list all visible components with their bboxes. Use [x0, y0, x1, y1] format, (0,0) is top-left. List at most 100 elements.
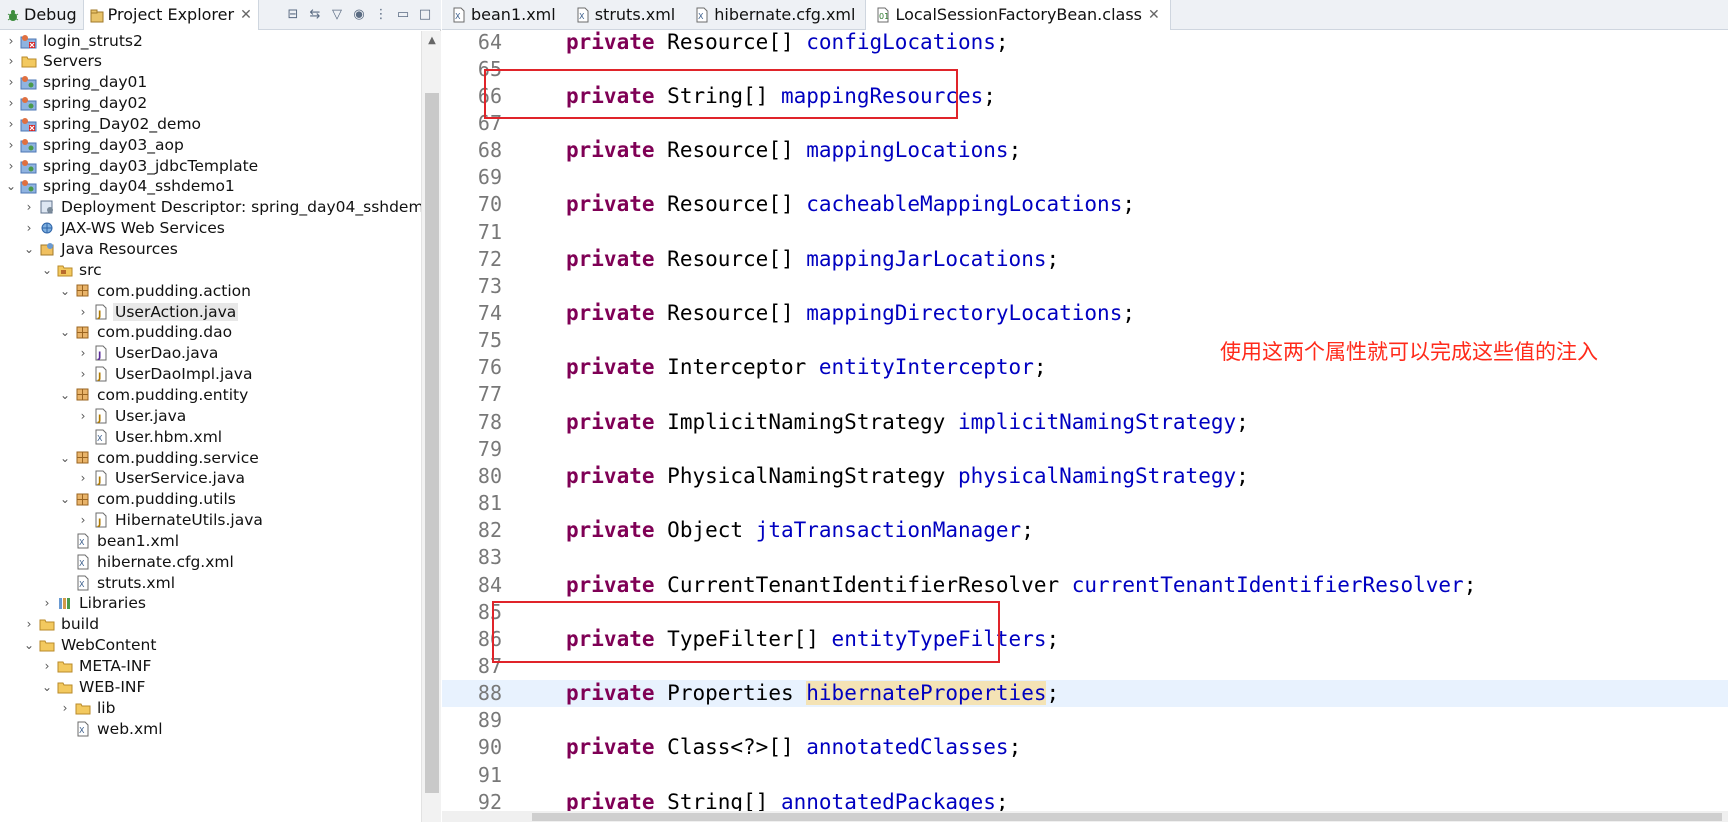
- tree-item[interactable]: ⌄ spring_day04_sshdemo1: [4, 175, 237, 198]
- code-line: 88 private Properties hibernateProperties…: [442, 679, 1728, 707]
- expanded-chevron-icon[interactable]: ⌄: [40, 258, 54, 281]
- tree-item[interactable]: › J UserAction.java: [76, 300, 239, 323]
- collapsed-chevron-icon[interactable]: ›: [22, 217, 36, 240]
- close-icon[interactable]: ✕: [1148, 7, 1160, 23]
- code-field: physicalNamingStrategy: [957, 463, 1237, 488]
- collapsed-chevron-icon[interactable]: ›: [4, 71, 18, 94]
- expanded-chevron-icon[interactable]: ⌄: [22, 634, 36, 657]
- expanded-chevron-icon[interactable]: ⌄: [40, 675, 54, 698]
- tree-item[interactable]: › spring_day03_jdbcTemplate: [4, 154, 260, 177]
- expanded-chevron-icon[interactable]: ⌄: [22, 238, 36, 261]
- svg-text:J: J: [97, 518, 101, 528]
- collapsed-chevron-icon[interactable]: ›: [76, 509, 90, 532]
- editor-horizontal-scrollbar[interactable]: [442, 811, 1728, 822]
- editor-tab[interactable]: Xstruts.xml: [566, 0, 686, 30]
- collapsed-chevron-icon[interactable]: ›: [22, 613, 36, 636]
- tree-item[interactable]: › JAX-WS Web Services: [22, 217, 227, 240]
- code-line: 77: [442, 381, 1728, 408]
- collapsed-chevron-icon[interactable]: ›: [22, 196, 36, 219]
- collapsed-chevron-icon[interactable]: ›: [76, 342, 90, 365]
- collapsed-chevron-icon[interactable]: ›: [4, 112, 18, 135]
- link-with-editor-icon[interactable]: ⇆: [307, 7, 323, 23]
- tab-project-explorer[interactable]: Project Explorer ✕: [82, 0, 259, 30]
- line-number: 68: [477, 138, 502, 163]
- tree-item[interactable]: ⌄ WebContent: [22, 634, 158, 657]
- tree-item[interactable]: Xweb.xml: [58, 717, 165, 740]
- tree-item[interactable]: Xhibernate.cfg.xml: [58, 550, 236, 573]
- java-file-icon: J: [92, 512, 109, 529]
- minimize-icon[interactable]: ▭: [395, 7, 411, 23]
- line-number: 75: [477, 328, 502, 353]
- tree-scrollbar[interactable]: ▲: [421, 31, 441, 822]
- tree-item[interactable]: › J HibernateUtils.java: [76, 509, 265, 532]
- collapsed-chevron-icon[interactable]: ›: [4, 92, 18, 115]
- tree-item[interactable]: › Libraries: [40, 592, 148, 615]
- tree-item[interactable]: ⌄ Java Resources: [22, 238, 180, 261]
- tree-item[interactable]: › Deployment Descriptor: spring_day04_ssh…: [22, 196, 421, 219]
- collapsed-chevron-icon[interactable]: ›: [76, 404, 90, 427]
- expanded-chevron-icon[interactable]: ⌄: [4, 175, 18, 198]
- expanded-chevron-icon[interactable]: ⌄: [58, 446, 72, 469]
- code-keyword: private: [566, 463, 655, 488]
- tree-item[interactable]: ⌄ com.pudding.dao: [58, 321, 234, 344]
- tree-item[interactable]: › build: [22, 613, 101, 636]
- tree-item[interactable]: › Servers: [4, 50, 104, 73]
- collapsed-chevron-icon[interactable]: ›: [40, 592, 54, 615]
- collapsed-chevron-icon[interactable]: ›: [4, 31, 18, 52]
- tree-item[interactable]: ⌄ WEB-INF: [40, 675, 147, 698]
- collapsed-chevron-icon[interactable]: ›: [76, 363, 90, 386]
- editor-horizontal-scrollbar-thumb[interactable]: [532, 813, 1722, 821]
- code-area[interactable]: 64 private Resource[] configLocations; 65 6…: [442, 30, 1728, 814]
- tree-item[interactable]: › lib: [58, 696, 117, 719]
- tree-item[interactable]: Xstruts.xml: [58, 571, 177, 594]
- tree-item[interactable]: › META-INF: [40, 655, 153, 678]
- close-icon[interactable]: ✕: [240, 7, 252, 23]
- view-menu-icon[interactable]: ⋮: [373, 7, 389, 23]
- expanded-chevron-icon[interactable]: ⌄: [58, 279, 72, 302]
- collapsed-chevron-icon[interactable]: ›: [58, 696, 72, 719]
- collapsed-chevron-icon[interactable]: ›: [76, 467, 90, 490]
- code-type: CurrentTenantIdentifierResolver: [667, 572, 1060, 597]
- tree-item[interactable]: ⌄ com.pudding.utils: [58, 488, 238, 511]
- tree-item[interactable]: Xbean1.xml: [58, 529, 181, 552]
- tree-item[interactable]: ⌄ src: [40, 258, 104, 281]
- collapsed-chevron-icon[interactable]: ›: [76, 300, 90, 323]
- tree-item[interactable]: ⌄ com.pudding.entity: [58, 383, 250, 406]
- code-punctuation: ;: [1236, 409, 1249, 434]
- expanded-chevron-icon[interactable]: ⌄: [58, 383, 72, 406]
- line-number: 71: [477, 219, 502, 244]
- collapsed-chevron-icon[interactable]: ›: [4, 133, 18, 156]
- tree-item[interactable]: › J UserDao.java: [76, 342, 220, 365]
- tree-item[interactable]: › spring_Day02_demo: [4, 112, 203, 135]
- expanded-chevron-icon[interactable]: ⌄: [58, 321, 72, 344]
- collapsed-chevron-icon[interactable]: ›: [4, 154, 18, 177]
- collapsed-chevron-icon[interactable]: ›: [40, 655, 54, 678]
- annotation-box-mapping-resources: [484, 69, 958, 119]
- collapsed-chevron-icon[interactable]: ›: [4, 50, 18, 73]
- tree-item[interactable]: › J UserDaoImpl.java: [76, 363, 254, 386]
- tree-scrollbar-thumb[interactable]: [425, 93, 439, 793]
- editor-tab[interactable]: Xhibernate.cfg.xml: [685, 0, 865, 30]
- tree-item-label: WebContent: [61, 636, 157, 655]
- tree-item[interactable]: ⌄ com.pudding.action: [58, 279, 253, 302]
- tab-debug[interactable]: Debug: [0, 0, 83, 30]
- editor-tab[interactable]: 01 LocalSessionFactoryBean.class ✕: [865, 0, 1171, 30]
- focus-icon[interactable]: ◉: [351, 7, 367, 23]
- scroll-up-icon[interactable]: ▲: [422, 31, 442, 49]
- tree-item[interactable]: › login_struts2: [4, 31, 145, 52]
- tree-item[interactable]: › J UserService.java: [76, 467, 247, 490]
- svg-text:01: 01: [879, 12, 889, 21]
- filter-icon[interactable]: ▽: [329, 7, 345, 23]
- expanded-chevron-icon[interactable]: ⌄: [58, 488, 72, 511]
- tree-item[interactable]: ⌄ com.pudding.service: [58, 446, 261, 469]
- tree-item[interactable]: › spring_day03_aop: [4, 133, 186, 156]
- collapse-all-icon[interactable]: ⊟: [285, 7, 301, 23]
- tree-item[interactable]: › J User.java: [76, 404, 188, 427]
- tree-item[interactable]: X User.hbm.xml: [76, 425, 224, 448]
- project-error-icon: [20, 32, 37, 49]
- tree-item[interactable]: › spring_day02: [4, 92, 149, 115]
- tree-item-label: UserAction.java: [113, 302, 239, 321]
- tree-item[interactable]: › spring_day01: [4, 71, 149, 94]
- maximize-icon[interactable]: □: [417, 7, 433, 23]
- editor-tab[interactable]: Xbean1.xml: [442, 0, 566, 30]
